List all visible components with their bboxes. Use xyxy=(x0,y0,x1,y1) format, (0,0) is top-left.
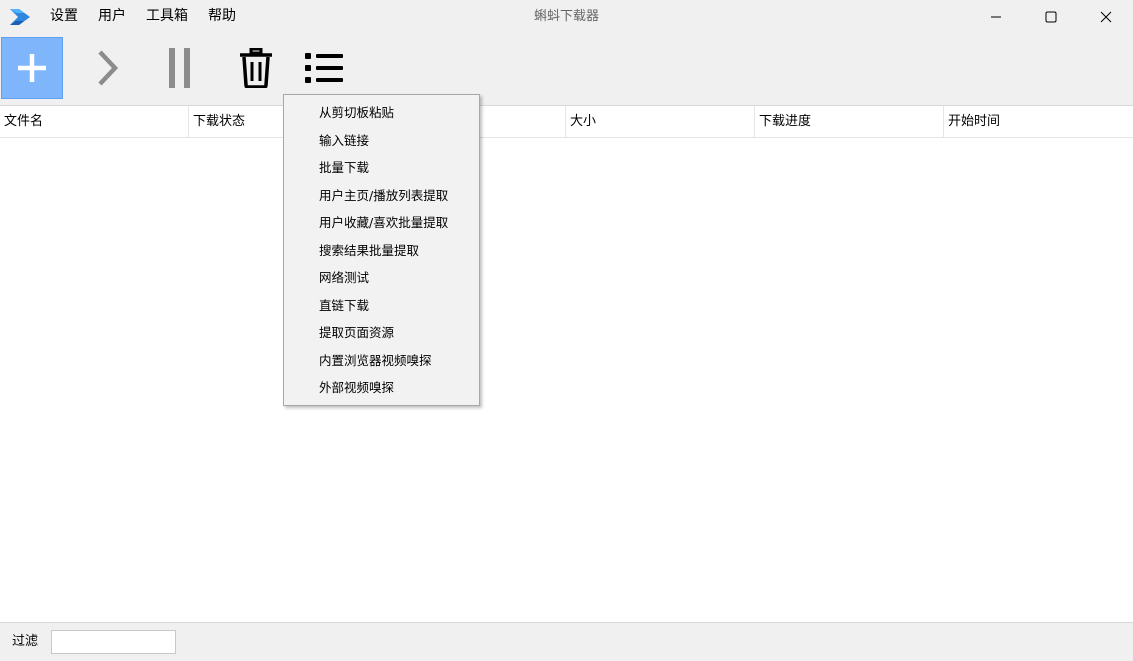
title-bar: 设置 用户 工具箱 帮助 蝌蚪下载器 xyxy=(0,0,1133,33)
menu-user[interactable]: 用户 xyxy=(88,0,136,33)
close-button[interactable] xyxy=(1078,0,1133,33)
app-logo-icon xyxy=(10,9,30,25)
trash-icon xyxy=(240,48,272,88)
minimize-button[interactable] xyxy=(968,0,1023,33)
minimize-icon xyxy=(990,16,1001,17)
filter-input[interactable] xyxy=(51,630,176,654)
column-header-start-time[interactable]: 开始时间 xyxy=(944,106,1133,137)
filter-label: 过滤 xyxy=(12,634,39,649)
start-button[interactable] xyxy=(77,37,139,99)
menu-item-network-test[interactable]: 网络测试 xyxy=(284,264,479,292)
menu-item-builtin-browser-sniff[interactable]: 内置浏览器视频嗅探 xyxy=(284,347,479,375)
play-icon xyxy=(98,50,119,86)
download-table[interactable]: 文件名 下载状态 大小 下载进度 开始时间 xyxy=(0,105,1133,623)
pause-icon xyxy=(169,48,190,88)
column-header-size[interactable]: 大小 xyxy=(566,106,755,137)
menu-item-direct-link-download[interactable]: 直链下载 xyxy=(284,292,479,320)
column-header-progress[interactable]: 下载进度 xyxy=(755,106,944,137)
menu-item-input-link[interactable]: 输入链接 xyxy=(284,127,479,155)
close-icon xyxy=(1100,11,1111,22)
table-header: 文件名 下载状态 大小 下载进度 开始时间 xyxy=(0,106,1133,138)
menu-item-user-homepage-extract[interactable]: 用户主页/播放列表提取 xyxy=(284,182,479,210)
menu-item-user-favorites-extract[interactable]: 用户收藏/喜欢批量提取 xyxy=(284,209,479,237)
list-menu-button[interactable] xyxy=(293,37,355,99)
menu-item-search-results-extract[interactable]: 搜索结果批量提取 xyxy=(284,237,479,265)
menu-item-paste-clipboard[interactable]: 从剪切板粘贴 xyxy=(284,99,479,127)
add-context-menu: 从剪切板粘贴 输入链接 批量下载 用户主页/播放列表提取 用户收藏/喜欢批量提取… xyxy=(283,94,480,406)
column-header-filename[interactable]: 文件名 xyxy=(0,106,189,137)
list-icon xyxy=(305,53,343,83)
app-window: 设置 用户 工具箱 帮助 蝌蚪下载器 文件名 下载状态 大小 下载进度 开始时间… xyxy=(0,0,1133,661)
maximize-icon xyxy=(1045,11,1056,22)
menu-bar: 设置 用户 工具箱 帮助 xyxy=(40,0,246,33)
menu-help[interactable]: 帮助 xyxy=(198,0,246,33)
add-download-button[interactable] xyxy=(1,37,63,99)
maximize-button[interactable] xyxy=(1023,0,1078,33)
plus-icon xyxy=(18,54,46,82)
menu-item-extract-page-resources[interactable]: 提取页面资源 xyxy=(284,319,479,347)
status-bar: 过滤 xyxy=(0,623,1133,661)
toolbar xyxy=(0,36,1133,100)
menu-settings[interactable]: 设置 xyxy=(40,0,88,33)
menu-toolbox[interactable]: 工具箱 xyxy=(136,0,198,33)
menu-item-external-video-sniff[interactable]: 外部视频嗅探 xyxy=(284,374,479,402)
pause-button[interactable] xyxy=(149,37,211,99)
menu-item-batch-download[interactable]: 批量下载 xyxy=(284,154,479,182)
delete-button[interactable] xyxy=(225,37,287,99)
